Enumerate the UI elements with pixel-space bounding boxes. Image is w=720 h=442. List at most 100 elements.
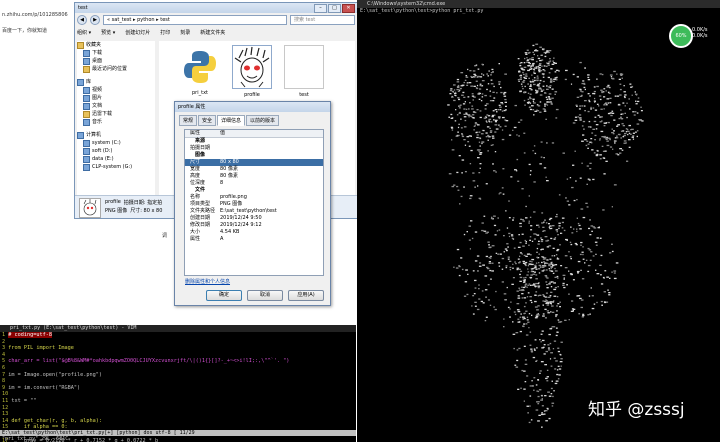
property-row[interactable]: 拍摄日期 [185, 145, 323, 152]
nav-documents[interactable]: 文档 [77, 102, 155, 110]
nav-drive-c[interactable]: system (C:) [77, 139, 155, 147]
nav-pictures[interactable]: 图片 [77, 94, 155, 102]
menu-slideshow[interactable]: 创建幻灯片 [125, 29, 150, 36]
property-row[interactable]: 高度 80 像素 [185, 173, 323, 180]
file-name: test [299, 92, 309, 98]
property-key: 尺寸 [190, 159, 201, 165]
back-button[interactable]: ◀ [77, 14, 87, 25]
network-gauge[interactable]: 60% [669, 24, 693, 48]
code-text: txt = "" [11, 397, 37, 404]
nav-desktop[interactable]: 桌面 [77, 57, 155, 65]
property-row[interactable]: 属性 A [185, 236, 323, 243]
computer-icon [77, 131, 84, 139]
property-row[interactable]: 位深度 8 [185, 180, 323, 187]
nav-music[interactable]: 音乐 [77, 118, 155, 126]
property-section[interactable]: 图像 [185, 152, 323, 159]
property-key: 名称 [190, 194, 201, 200]
line-number: 10 [2, 391, 9, 398]
property-row[interactable]: 宽度 80 像素 [185, 166, 323, 173]
property-key: 宽度 [190, 166, 201, 172]
download-speed: 0.0K/s [692, 33, 708, 39]
property-row[interactable]: 项目类型 PNG 图像 [185, 201, 323, 208]
explorer-titlebar[interactable]: test – □ ✕ [75, 3, 357, 13]
tab-previous-versions[interactable]: 以前的版本 [246, 115, 280, 126]
property-row[interactable]: 修改日期 2019/12/24 9:12 [185, 222, 323, 229]
file-item[interactable]: test [281, 45, 327, 98]
remove-properties-link[interactable]: 删除属性和个人信息 [185, 278, 230, 285]
menu-print[interactable]: 打印 [160, 29, 170, 36]
menu-burn[interactable]: 刻录 [180, 29, 190, 36]
address-bar[interactable]: « sat_test ▸ python ▸ test [103, 14, 287, 25]
code-line: 12 [0, 405, 356, 412]
navigation-pane: 收藏夹 下载 桌面 最近访问的位置 库 视频 图片 文档 迅雷下载 音乐 计算机… [77, 41, 155, 201]
tab-security[interactable]: 安全 [198, 115, 217, 126]
nav-recent[interactable]: 最近访问的位置 [77, 65, 155, 73]
close-button[interactable]: ✕ [342, 4, 355, 13]
file-item[interactable]: profile [229, 45, 275, 98]
tab-general[interactable]: 常规 [179, 115, 198, 126]
property-section[interactable]: 文件 [185, 187, 323, 194]
code-line: 3 from PIL import Image [0, 345, 356, 352]
nav-drive-e[interactable]: data (E:) [77, 155, 155, 163]
property-key: 属性 [190, 236, 201, 242]
vim-title: pri_txt.py (E:\sat_test\python\test) - V… [10, 325, 137, 331]
code-line: 1 # coding=utf-8 [0, 332, 356, 339]
nav-videos[interactable]: 视频 [77, 86, 155, 94]
minimize-button[interactable]: – [314, 4, 327, 13]
nav-favorites[interactable]: 收藏夹 [77, 41, 155, 49]
property-key: 创建日期 [190, 215, 211, 221]
ascii-art-output [447, 43, 644, 428]
library-icon [77, 78, 84, 86]
code-text: from PIL import Image [8, 345, 74, 352]
code-line: 4 [0, 352, 356, 359]
nav-libraries[interactable]: 库 [77, 78, 155, 86]
details-thumbnail [79, 198, 101, 218]
ascii-art-texture [447, 43, 644, 428]
details-name: profile [105, 199, 121, 205]
property-value: 8 [220, 180, 224, 186]
search-input[interactable]: 搜索 test [290, 14, 355, 25]
file-item[interactable]: pri_txt [177, 45, 223, 96]
property-key: 图像 [195, 152, 206, 158]
tab-details[interactable]: 详细信息 [217, 115, 246, 126]
properties-titlebar[interactable]: profile 属性 [175, 102, 330, 112]
nav-drive-g[interactable]: CLP-system (G:) [77, 163, 155, 171]
property-row[interactable]: 名称 profile.png [185, 194, 323, 201]
forward-button[interactable]: ▶ [90, 14, 100, 25]
column-header-property[interactable]: 属性 [185, 130, 220, 137]
menu-organize[interactable]: 组织 ▾ [77, 29, 91, 36]
line-number: 2 [2, 338, 6, 345]
property-row[interactable]: 文件夹路径 E:\sat_test\python\test [185, 208, 323, 215]
cancel-button[interactable]: 取消 [247, 290, 283, 301]
details-kind: PNG 图像 [105, 208, 128, 214]
maximize-button[interactable]: □ [328, 4, 341, 13]
apply-button[interactable]: 应用(A) [288, 290, 324, 301]
nav-xunlei[interactable]: 迅雷下载 [77, 110, 155, 118]
vim-window: pri_txt.py (E:\sat_test\python\test) - V… [0, 325, 356, 442]
code-line: 11 txt = "" [0, 398, 356, 405]
cmd-titlebar[interactable]: C:\Windows\system32\cmd.exe [357, 0, 720, 8]
zhihu-watermark: 知乎 @zsssj [588, 400, 685, 420]
line-number: 13 [2, 411, 9, 418]
code-text: im = im.convert("RGBA") [8, 384, 81, 391]
property-value: profile.png [220, 194, 247, 200]
property-row[interactable]: 尺寸 80 x 80 [185, 159, 323, 166]
document-icon [83, 102, 90, 110]
column-header-value[interactable]: 值 [220, 130, 323, 137]
property-section[interactable]: 来源 [185, 138, 323, 145]
nav-drive-d[interactable]: soft (D:) [77, 147, 155, 155]
nav-computer[interactable]: 计算机 [77, 131, 155, 139]
vim-titlebar[interactable]: pri_txt.py (E:\sat_test\python\test) - V… [0, 325, 356, 332]
code-line: 5 char_arr = list("$@B%8&WM#*oahkbdpqwmZ… [0, 358, 356, 365]
download-icon [83, 49, 90, 57]
ok-button[interactable]: 确定 [206, 290, 242, 301]
nav-downloads[interactable]: 下载 [77, 49, 155, 57]
menu-new-folder[interactable]: 新建文件夹 [200, 29, 225, 36]
property-row[interactable]: 大小 4.54 KB [185, 229, 323, 236]
profile-thumbnail [232, 45, 272, 89]
line-number: 11 [2, 397, 9, 404]
vim-editor[interactable]: 1 # coding=utf-8 2 3 from PIL import Imag… [0, 332, 356, 442]
menu-preview[interactable]: 预览 ▾ [101, 29, 115, 36]
property-row[interactable]: 创建日期 2019/12/24 9:50 [185, 215, 323, 222]
browser-url[interactable]: n.zhihu.com/p/101285806 [2, 12, 82, 18]
